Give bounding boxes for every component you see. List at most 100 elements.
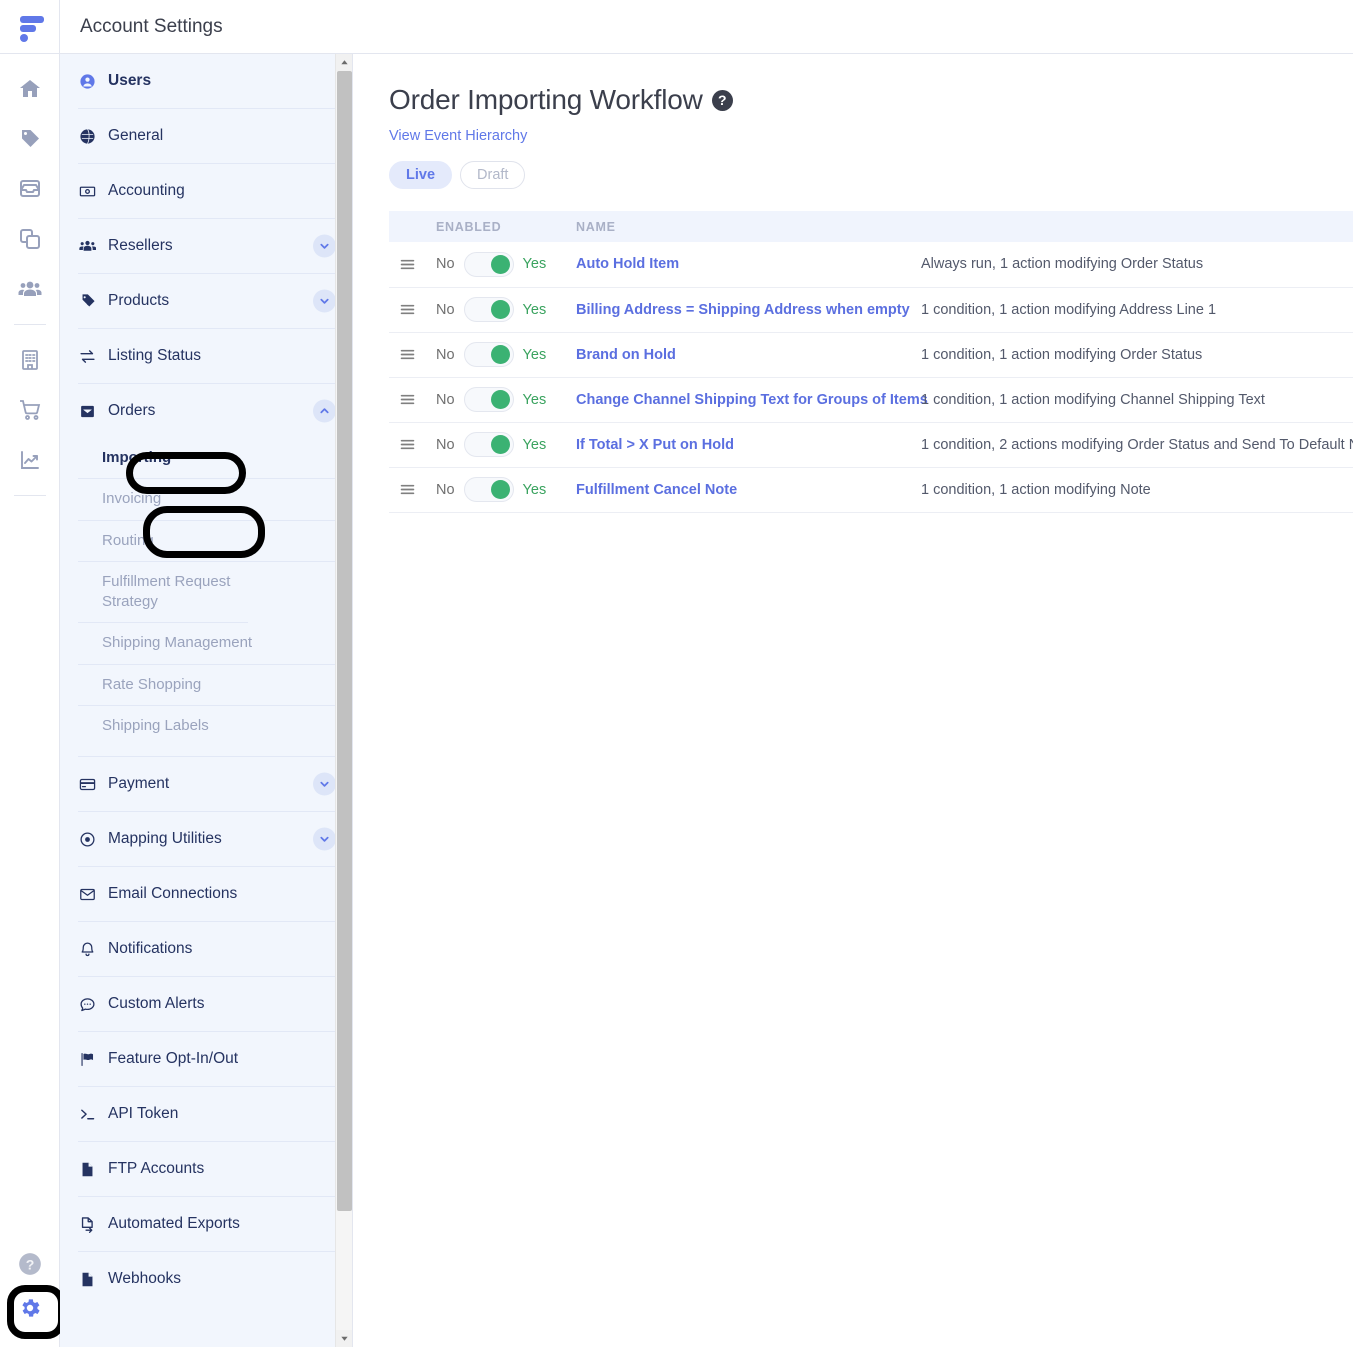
question-mark-icon[interactable]: ? xyxy=(711,89,733,111)
sidebar-item-feature-opt-in-out[interactable]: Feature Opt-In/Out xyxy=(78,1032,336,1086)
sidebar-subitem-shipping-labels[interactable]: Shipping Labels xyxy=(78,706,336,746)
chevron-down-icon[interactable] xyxy=(313,772,336,796)
drag-handle-icon[interactable] xyxy=(389,346,436,363)
inbox-icon xyxy=(78,403,97,420)
rail-icon-list xyxy=(0,54,59,506)
tab-draft[interactable]: Draft xyxy=(460,161,526,189)
table-row: No Yes Auto Hold Item Always run, 1 acti… xyxy=(389,242,1353,287)
workflow-name-link[interactable]: Fulfillment Cancel Note xyxy=(576,482,737,498)
sidebar-item-notifications[interactable]: Notifications xyxy=(78,922,336,976)
enabled-toggle[interactable] xyxy=(463,251,514,277)
sidebar-item-webhooks[interactable]: Webhooks xyxy=(78,1252,336,1306)
building-icon[interactable] xyxy=(8,335,52,385)
sidebar-item-products-wrap: Products xyxy=(78,274,336,329)
workflow-table: ENABLED NAME No Yes Auto Hold Item Alway… xyxy=(389,211,1353,513)
sidebar-item-label: Orders xyxy=(108,402,156,419)
tag-icon[interactable] xyxy=(8,114,52,164)
enabled-toggle[interactable] xyxy=(463,432,514,457)
user-circle-icon xyxy=(78,73,97,90)
sidebar-item-custom-alerts[interactable]: Custom Alerts xyxy=(78,977,336,1031)
sidebar-item-label: Email Connections xyxy=(108,885,238,902)
tag-icon xyxy=(78,293,97,310)
sidebar-item-ftp-accounts[interactable]: FTP Accounts xyxy=(78,1142,336,1196)
toggle-label-off: No xyxy=(436,346,455,363)
table-row: No Yes If Total > X Put on Hold 1 condit… xyxy=(389,422,1353,467)
sidebar-item-automated-exports[interactable]: Automated Exports xyxy=(78,1197,336,1251)
workflow-description: Always run, 1 action modifying Order Sta… xyxy=(921,256,1204,273)
sidebar-item-accounting[interactable]: Accounting xyxy=(78,164,336,218)
shopping-cart-icon[interactable] xyxy=(8,385,52,435)
workflow-name-link[interactable]: Auto Hold Item xyxy=(576,256,679,272)
toggle-knob xyxy=(490,435,510,454)
enabled-toggle[interactable] xyxy=(463,297,514,322)
sidebar-item-label: Custom Alerts xyxy=(108,995,205,1012)
home-icon[interactable] xyxy=(8,64,52,114)
tab-live[interactable]: Live xyxy=(389,161,453,189)
sidebar-item-users[interactable]: Users xyxy=(78,54,336,108)
sidebar-item-listing-status[interactable]: Listing Status xyxy=(78,329,336,383)
copy-documents-icon[interactable] xyxy=(8,214,52,264)
enabled-toggle[interactable] xyxy=(463,342,514,367)
sidebar-item-accounting-wrap: Accounting xyxy=(78,164,336,219)
chevron-up-icon[interactable] xyxy=(313,399,336,423)
workflow-name-link[interactable]: If Total > X Put on Hold xyxy=(576,437,734,453)
name-cell: Auto Hold Item xyxy=(576,242,921,287)
enabled-toggle[interactable] xyxy=(463,387,514,412)
sidebar-item-api-token[interactable]: API Token xyxy=(78,1087,336,1141)
chevron-down-icon[interactable] xyxy=(313,827,336,851)
sidebar-item-payment[interactable]: Payment xyxy=(78,757,336,811)
chevron-down-icon[interactable] xyxy=(313,234,336,258)
analytics-chart-icon[interactable] xyxy=(8,435,52,485)
scroll-up-arrow-icon[interactable] xyxy=(336,54,352,71)
workflow-table-body: No Yes Auto Hold Item Always run, 1 acti… xyxy=(389,242,1353,512)
sidebar-item-mapping-utilities[interactable]: Mapping Utilities xyxy=(78,812,336,866)
drag-handle-icon[interactable] xyxy=(389,256,436,273)
sidebar-subitem-importing[interactable]: Importing xyxy=(78,438,336,480)
sidebar-item-notifications-wrap: Notifications xyxy=(78,922,336,977)
sidebar-subitem-fulfillment-request-strategy[interactable]: Fulfillment Request Strategy xyxy=(78,562,248,624)
drag-handle-icon[interactable] xyxy=(389,391,436,408)
enabled-toggle[interactable] xyxy=(463,477,514,502)
inbox-icon[interactable] xyxy=(8,164,52,214)
sidebar-item-orders[interactable]: Orders xyxy=(78,384,336,438)
sidebar-subitem-rate-shopping[interactable]: Rate Shopping xyxy=(78,665,336,706)
toggle-label-off: No xyxy=(436,481,455,498)
workflow-name-link[interactable]: Brand on Hold xyxy=(576,347,676,363)
view-event-hierarchy-link[interactable]: View Event Hierarchy xyxy=(389,128,527,144)
sidebar-scrollbar-thumb[interactable] xyxy=(337,71,352,1211)
sidebar-item-email-connections[interactable]: Email Connections xyxy=(78,867,336,921)
sidebar-item-label: Listing Status xyxy=(108,347,202,364)
sidebar-item-label: Webhooks xyxy=(108,1270,181,1287)
drag-handle-icon[interactable] xyxy=(389,301,436,318)
flxpoint-logo-icon xyxy=(16,13,44,42)
app-logo[interactable] xyxy=(0,0,59,54)
users-group-icon[interactable] xyxy=(8,264,52,314)
terminal-icon xyxy=(78,1106,97,1123)
rail-divider xyxy=(13,324,46,325)
sidebar-item-api-token-wrap: API Token xyxy=(78,1087,336,1142)
settings-gear-button[interactable] xyxy=(6,1285,65,1339)
sidebar-subitem-routing[interactable]: Routing xyxy=(78,521,336,562)
help-circle-icon[interactable]: ? xyxy=(17,1251,43,1277)
toggle-label-off: No xyxy=(436,256,455,273)
sidebar-subitem-shipping-management[interactable]: Shipping Management xyxy=(78,623,336,665)
sidebar-scrollbar[interactable] xyxy=(335,54,352,1347)
enabled-cell: No Yes xyxy=(436,467,576,512)
enabled-cell: No Yes xyxy=(436,377,576,422)
description-cell: 1 condition, 1 action modifying Note xyxy=(921,467,1353,512)
toggle-knob xyxy=(490,480,510,499)
workflow-name-link[interactable]: Change Channel Shipping Text for Groups … xyxy=(576,392,928,408)
sidebar-subitem-invoicing[interactable]: Invoicing xyxy=(78,479,336,521)
body-row: Users General Accounting Resellers Produ… xyxy=(60,54,1353,1347)
scroll-down-arrow-icon[interactable] xyxy=(336,1330,352,1347)
sidebar-item-resellers[interactable]: Resellers xyxy=(78,219,336,273)
drag-handle-icon[interactable] xyxy=(389,481,436,498)
chevron-down-icon[interactable] xyxy=(313,289,336,313)
name-cell: Brand on Hold xyxy=(576,332,921,377)
sidebar-item-label: General xyxy=(108,127,164,144)
sidebar-item-general[interactable]: General xyxy=(78,109,336,163)
sidebar-item-products[interactable]: Products xyxy=(78,274,336,328)
drag-handle-icon[interactable] xyxy=(389,436,436,453)
sidebar-item-label: FTP Accounts xyxy=(108,1160,205,1177)
workflow-name-link[interactable]: Billing Address = Shipping Address when … xyxy=(576,302,910,318)
